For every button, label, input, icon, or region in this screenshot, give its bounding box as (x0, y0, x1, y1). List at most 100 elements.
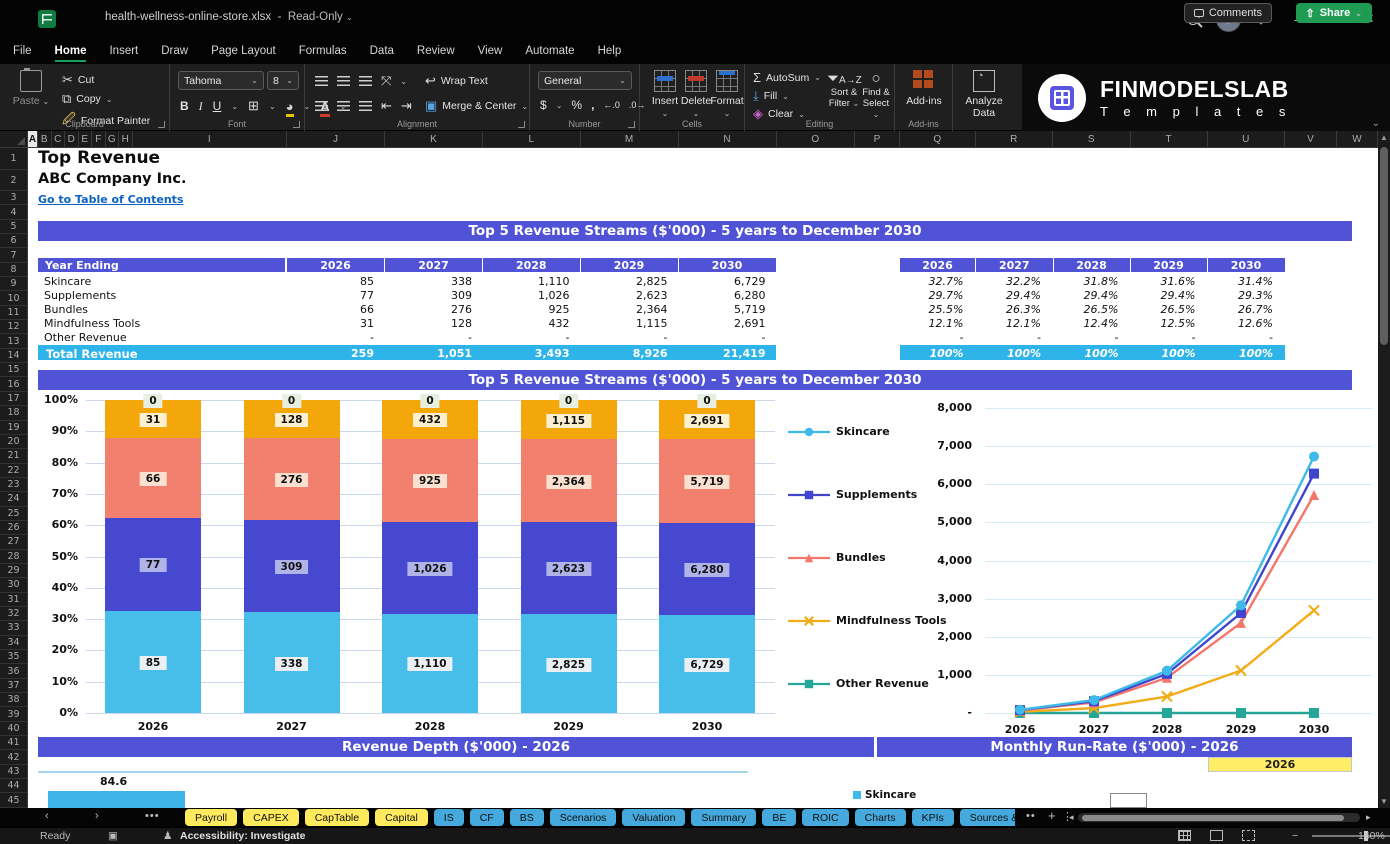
column-header-P[interactable]: P (855, 131, 900, 148)
font-dialog-launcher[interactable] (293, 121, 300, 128)
row-header-5[interactable]: 5 (0, 219, 28, 235)
row-header-40[interactable]: 40 (0, 721, 28, 737)
ribbon-tab-file[interactable]: File (3, 40, 42, 62)
fill-color-icon[interactable]: ◕ (286, 99, 294, 114)
copy-button[interactable]: ⧉ Copy ⌄ (62, 91, 113, 107)
page-break-view-icon[interactable] (1242, 830, 1255, 844)
ribbon-tab-view[interactable]: View (468, 40, 513, 62)
row-header-11[interactable]: 11 (0, 305, 28, 321)
currency-icon[interactable]: $ (540, 98, 547, 112)
ribbon-tab-automate[interactable]: Automate (515, 40, 584, 62)
row-header-3[interactable]: 3 (0, 191, 28, 206)
legend-item-supplements[interactable]: Supplements (788, 488, 917, 501)
more-sheets-icon[interactable]: •• (1026, 810, 1036, 822)
column-header-N[interactable]: N (678, 131, 777, 148)
autosum-button[interactable]: Σ AutoSum ⌄ (753, 70, 821, 85)
column-header-O[interactable]: O (776, 131, 855, 148)
number-dialog-launcher[interactable] (628, 121, 635, 128)
font-name-select[interactable]: Tahoma ⌄ (178, 71, 264, 90)
column-header-K[interactable]: K (385, 131, 483, 148)
comments-button[interactable]: Comments (1183, 3, 1272, 23)
sheet-tab-is[interactable]: IS (433, 809, 464, 826)
macro-record-icon[interactable]: ▣ (108, 830, 118, 842)
increase-decimal-icon[interactable]: ←.0 (603, 100, 620, 110)
sheet-tab-captable[interactable]: CapTable (304, 809, 370, 826)
align-left-icon[interactable] (315, 101, 328, 111)
row-header-38[interactable]: 38 (0, 693, 28, 708)
ribbon-tab-insert[interactable]: Insert (99, 40, 148, 62)
row-header-17[interactable]: 17 (0, 391, 28, 407)
row-header-36[interactable]: 36 (0, 664, 28, 679)
borders-icon[interactable]: ⊞ (248, 98, 259, 114)
clipboard-dialog-launcher[interactable] (158, 121, 165, 128)
row-header-7[interactable]: 7 (0, 248, 28, 263)
new-sheet-button[interactable]: + (1048, 808, 1056, 823)
row-header-20[interactable]: 20 (0, 434, 28, 450)
row-header-41[interactable]: 41 (0, 736, 28, 751)
ribbon-tab-home[interactable]: Home (45, 40, 97, 62)
ribbon-tab-review[interactable]: Review (407, 40, 465, 62)
sheet-tab-be[interactable]: BE (762, 809, 797, 826)
legend-item-bundles[interactable]: Bundles (788, 551, 886, 564)
row-header-43[interactable]: 43 (0, 764, 28, 780)
fill-button[interactable]: ⤓ Fill ⌄ (753, 88, 789, 104)
prev-sheet-icon[interactable]: ‹ (45, 810, 49, 822)
column-header-S[interactable]: S (1053, 131, 1131, 148)
sheet-tab-sources-uses[interactable]: Sources & Uses (959, 809, 1015, 826)
row-header-24[interactable]: 24 (0, 492, 28, 507)
sheet-tab-bs[interactable]: BS (509, 809, 544, 826)
column-header-B[interactable]: B (38, 131, 52, 148)
ribbon-tab-data[interactable]: Data (360, 40, 404, 62)
row-header-16[interactable]: 16 (0, 377, 28, 392)
zoom-out-icon[interactable]: − (1292, 830, 1298, 842)
row-header-35[interactable]: 35 (0, 650, 28, 665)
increase-indent-icon[interactable]: ⇥ (401, 98, 412, 114)
ribbon-tab-formulas[interactable]: Formulas (289, 40, 357, 62)
number-format-select[interactable]: General ⌄ (538, 71, 632, 90)
vertical-scrollbar[interactable]: ▲ ▼ (1378, 131, 1390, 808)
row-header-27[interactable]: 27 (0, 535, 28, 550)
underline-button[interactable]: U (213, 99, 222, 113)
select-all-corner[interactable] (0, 131, 28, 148)
row-header-18[interactable]: 18 (0, 406, 28, 421)
column-header-U[interactable]: U (1207, 131, 1285, 148)
row-header-42[interactable]: 42 (0, 750, 28, 765)
column-header-R[interactable]: R (975, 131, 1053, 148)
alignment-dialog-launcher[interactable] (518, 121, 525, 128)
align-middle-icon[interactable] (337, 76, 350, 86)
legend-item-mindfulness-tools[interactable]: Mindfulness Tools (788, 614, 947, 627)
sheet-tab-payroll[interactable]: Payroll (185, 809, 238, 826)
row-header-13[interactable]: 13 (0, 334, 28, 349)
column-header-C[interactable]: C (51, 131, 65, 148)
row-header-37[interactable]: 37 (0, 678, 28, 694)
row-header-6[interactable]: 6 (0, 234, 28, 249)
sheet-tab-capital[interactable]: Capital (375, 809, 428, 826)
normal-view-icon[interactable] (1178, 830, 1191, 844)
align-top-icon[interactable] (315, 76, 328, 86)
comma-icon[interactable]: , (591, 98, 594, 112)
format-cells-button[interactable]: Format ⌄ (704, 70, 750, 119)
row-header-22[interactable]: 22 (0, 463, 28, 478)
column-header-F[interactable]: F (92, 131, 106, 148)
row-header-34[interactable]: 34 (0, 635, 28, 650)
row-header-26[interactable]: 26 (0, 520, 28, 536)
scroll-down-icon[interactable]: ▼ (1378, 797, 1390, 806)
column-header-L[interactable]: L (483, 131, 581, 148)
row-header-45[interactable]: 45 (0, 793, 28, 808)
sheet-tab-capex[interactable]: CAPEX (243, 809, 299, 826)
decrease-indent-icon[interactable]: ⇤ (381, 98, 392, 114)
sheet-tab-charts[interactable]: Charts (854, 809, 906, 826)
ribbon-tab-draw[interactable]: Draw (151, 40, 198, 62)
font-size-select[interactable]: 8 ⌄ (267, 71, 299, 90)
column-header-H[interactable]: H (119, 131, 133, 148)
column-header-J[interactable]: J (287, 131, 385, 148)
row-header-8[interactable]: 8 (0, 262, 28, 278)
sheet-tab-kpis[interactable]: KPIs (911, 809, 954, 826)
share-button[interactable]: ⇧ Share ⌄ (1295, 3, 1372, 23)
column-header-A[interactable]: A (28, 131, 38, 148)
find-select-button[interactable]: ○ Find & Select ⌄ (859, 70, 893, 120)
analyze-data-button[interactable]: Analyze Data (961, 70, 1007, 119)
accessibility-status[interactable]: Accessibility: Investigate (180, 830, 305, 842)
bold-button[interactable]: B (180, 99, 189, 113)
align-right-icon[interactable] (359, 101, 372, 111)
